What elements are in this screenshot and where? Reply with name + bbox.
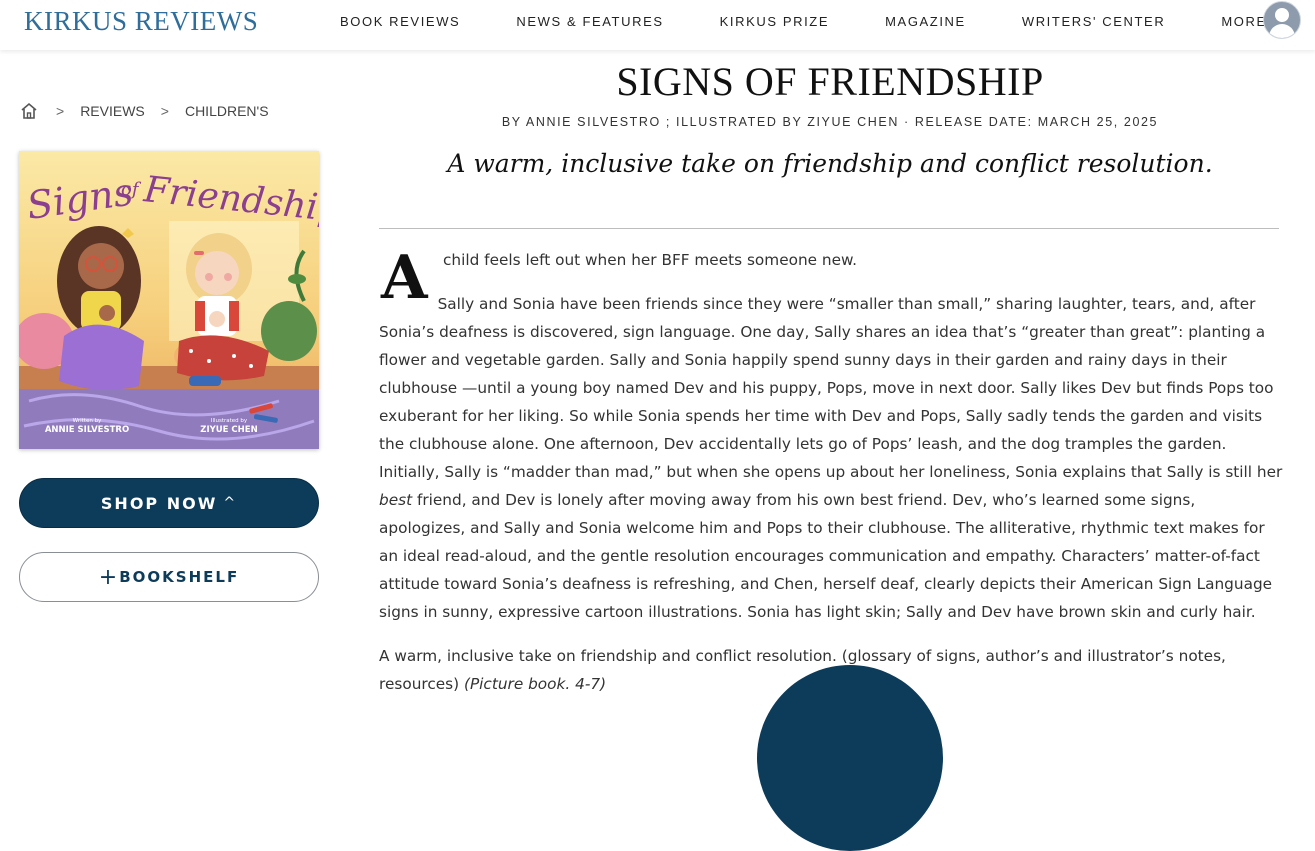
bookshelf-label: BOOKSHELF <box>119 568 240 586</box>
review-paragraph-1: child feels left out when her BFF meets … <box>443 251 858 269</box>
main-nav: BOOK REVIEWS NEWS & FEATURES KIRKUS PRIZ… <box>340 14 1267 29</box>
book-cover-image[interactable]: Signs of Friendship Written by ANNIE SIL… <box>19 151 319 449</box>
shop-now-button[interactable]: SHOP NOW ^ <box>19 478 319 528</box>
cover-illustrated-by: Illustrated by <box>211 418 248 424</box>
cover-illustrator: ZIYUE CHEN <box>200 425 257 435</box>
site-logo[interactable]: KIRKUS REVIEWS <box>24 6 258 37</box>
nav-kirkus-prize[interactable]: KIRKUS PRIZE <box>720 14 830 29</box>
chevron-up-icon: ^ <box>223 495 238 511</box>
floating-action-button[interactable] <box>757 665 943 851</box>
book-byline: BY ANNIE SILVESTRO ; ILLUSTRATED BY ZIYU… <box>501 115 1159 129</box>
review-paragraph-2-text-a: Sally and Sonia have been friends since … <box>379 295 1283 481</box>
review-paragraph-2: Sally and Sonia have been friends since … <box>379 290 1284 626</box>
cover-written-by: Written by <box>73 418 102 424</box>
breadcrumb-separator: > <box>160 103 169 119</box>
breadcrumb: > REVIEWS > CHILDREN'S <box>20 102 269 120</box>
divider <box>379 228 1279 229</box>
nav-book-reviews[interactable]: BOOK REVIEWS <box>340 14 460 29</box>
drop-cap: A <box>381 243 428 313</box>
top-navigation-bar: KIRKUS REVIEWS BOOK REVIEWS NEWS & FEATU… <box>0 0 1315 50</box>
cover-author: ANNIE SILVESTRO <box>45 425 129 435</box>
pull-quote: A warm, inclusive take on friendship and… <box>447 149 1213 178</box>
breadcrumb-childrens[interactable]: CHILDREN'S <box>185 103 269 119</box>
breadcrumb-reviews[interactable]: REVIEWS <box>80 103 145 119</box>
nav-writers-center[interactable]: WRITERS' CENTER <box>1022 14 1165 29</box>
plus-icon: + <box>98 564 118 590</box>
review-age-range: (Picture book. 4-7) <box>463 675 607 693</box>
book-title: SIGNS OF FRIENDSHIP <box>616 59 1044 104</box>
nav-news-features[interactable]: NEWS & FEATURES <box>516 14 663 29</box>
review-emphasis-best: best <box>379 491 413 509</box>
nav-magazine[interactable]: MAGAZINE <box>885 14 966 29</box>
shop-now-label: SHOP NOW <box>100 493 218 513</box>
avatar-torso <box>1269 24 1295 38</box>
nav-more[interactable]: MORE <box>1221 14 1266 29</box>
breadcrumb-separator: > <box>56 103 65 119</box>
avatar-head <box>1275 8 1289 22</box>
review-body: A child feels left out when her BFF meet… <box>379 246 1284 698</box>
home-icon[interactable] <box>20 102 38 120</box>
review-paragraph-2-text-b: friend, and Dev is lonely after moving a… <box>379 491 1273 621</box>
add-to-bookshelf-button[interactable]: + BOOKSHELF <box>19 552 319 602</box>
user-avatar-icon[interactable] <box>1263 1 1301 39</box>
